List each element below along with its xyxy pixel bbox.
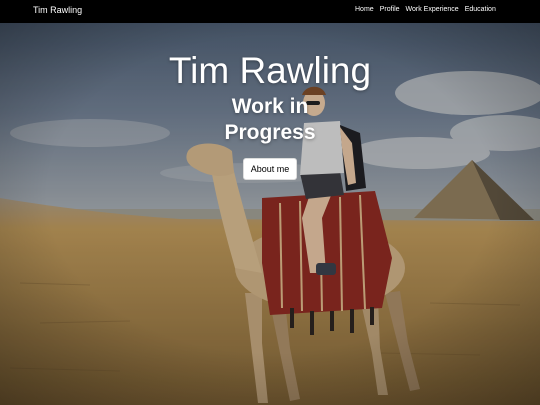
about-me-button[interactable]: About me (243, 158, 297, 180)
hero-subtitle: Work in Progress (224, 95, 316, 144)
nav-link-work-experience[interactable]: Work Experience (406, 6, 459, 13)
top-navbar: Tim Rawling Home Profile Work Experience… (0, 0, 540, 23)
brand-link[interactable]: Tim Rawling (33, 5, 82, 15)
hero-title: Tim Rawling (168, 50, 372, 91)
nav-link-profile[interactable]: Profile (380, 6, 400, 13)
nav-links: Home Profile Work Experience Education (355, 6, 496, 13)
nav-link-education[interactable]: Education (465, 6, 496, 13)
hero-section: Tim Rawling Work in Progress About me (0, 23, 540, 405)
nav-link-home[interactable]: Home (355, 6, 374, 13)
